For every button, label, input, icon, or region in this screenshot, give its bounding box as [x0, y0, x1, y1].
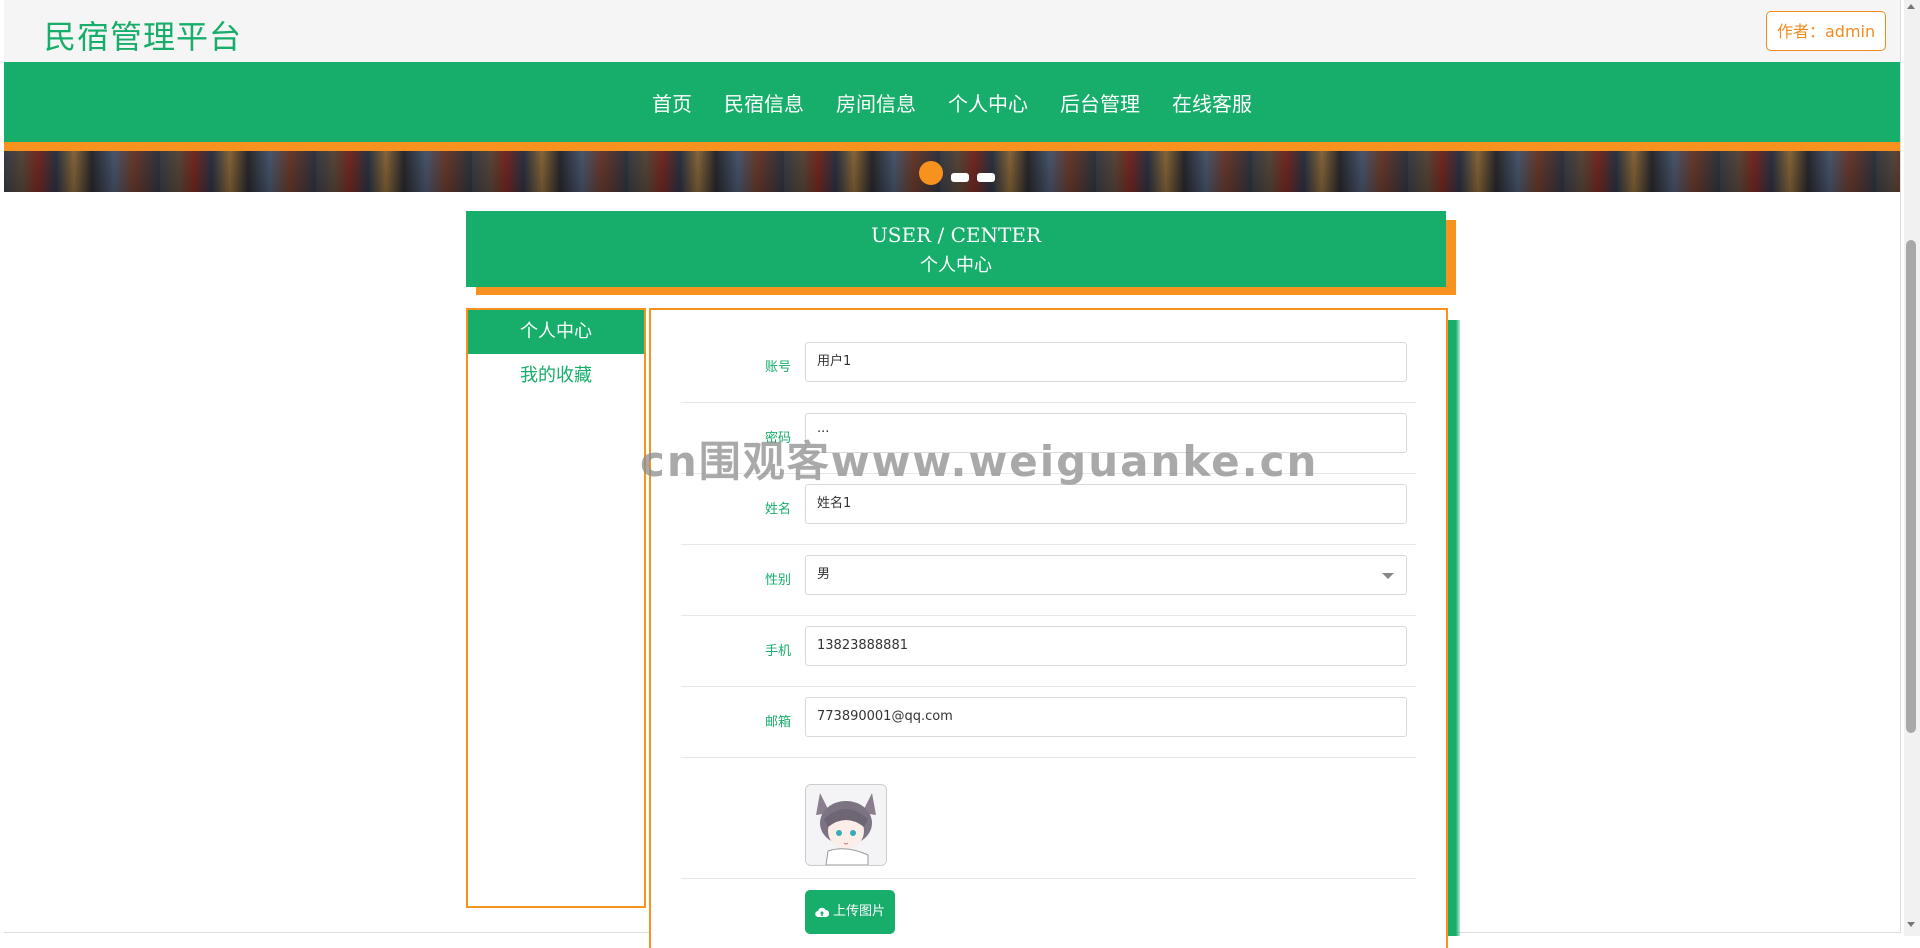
- user-sidebar: 个人中心 我的收藏: [466, 308, 646, 908]
- cloud-upload-icon: [815, 907, 829, 918]
- nav-item-room-info[interactable]: 房间信息: [820, 88, 932, 117]
- nav-item-admin[interactable]: 后台管理: [1044, 88, 1156, 117]
- scroll-down-icon[interactable]: [1907, 922, 1915, 927]
- nav-item-user-center[interactable]: 个人中心: [932, 88, 1044, 117]
- name-input[interactable]: 姓名1: [805, 484, 1407, 524]
- gender-value: 男: [817, 567, 831, 582]
- form-row-phone: 手机 13823888881: [681, 616, 1416, 687]
- chevron-down-icon: [1382, 573, 1394, 579]
- nav-item-online-service[interactable]: 在线客服: [1156, 88, 1268, 117]
- account-input[interactable]: 用户1: [805, 342, 1407, 382]
- watermark: cn围观客www.weiguanke.cn: [640, 437, 1319, 486]
- scroll-up-icon[interactable]: [1907, 4, 1915, 9]
- nav-item-homestay-info[interactable]: 民宿信息: [708, 88, 820, 117]
- nav-accent-line: [4, 142, 1900, 151]
- section-title-cn: 个人中心: [920, 255, 992, 276]
- profile-form-panel: 账号 用户1 密码 ··· 姓名 姓名1 性别 男 手机 13823888881…: [649, 308, 1448, 948]
- form-row-gender: 性别 男: [681, 545, 1416, 616]
- scrollbar-thumb[interactable]: [1906, 240, 1916, 733]
- phone-label: 手机: [764, 644, 791, 659]
- form-row-account: 账号 用户1: [681, 332, 1416, 403]
- carousel-indicators: [919, 161, 995, 185]
- form-row-avatar: [681, 768, 1416, 879]
- upload-image-button[interactable]: 上传图片: [805, 890, 896, 934]
- upload-button-label: 上传图片: [833, 904, 886, 919]
- email-input[interactable]: 773890001@qq.com: [805, 697, 1407, 737]
- email-label: 邮箱: [764, 715, 791, 730]
- phone-input[interactable]: 13823888881: [805, 626, 1407, 666]
- avatar-image: [806, 785, 886, 865]
- form-row-email: 邮箱 773890001@qq.com: [681, 687, 1416, 758]
- author-badge[interactable]: 作者：admin: [1766, 11, 1887, 51]
- section-title-en: USER / CENTER: [870, 223, 1042, 247]
- section-header: USER / CENTER 个人中心: [466, 211, 1446, 287]
- sidebar-item-user-center[interactable]: 个人中心: [468, 310, 644, 354]
- nav-item-home[interactable]: 首页: [636, 88, 708, 117]
- carousel-dot-1[interactable]: [919, 161, 943, 185]
- sidebar-item-favorites[interactable]: 我的收藏: [468, 354, 644, 398]
- browser-viewport: 民宿管理平台 作者：admin 首页 民宿信息 房间信息 个人中心 后台管理 在…: [4, 0, 1901, 948]
- carousel-dot-2[interactable]: [951, 172, 969, 182]
- gender-label: 性别: [764, 573, 791, 588]
- panel-shadow: [1446, 320, 1460, 936]
- gender-select[interactable]: 男: [805, 555, 1407, 595]
- site-title[interactable]: 民宿管理平台: [44, 12, 242, 58]
- account-label: 账号: [764, 360, 791, 375]
- main-nav: 首页 民宿信息 房间信息 个人中心 后台管理 在线客服: [4, 62, 1900, 142]
- name-label: 姓名: [764, 502, 791, 517]
- top-header: 民宿管理平台 作者：admin: [4, 0, 1900, 62]
- carousel-dot-3[interactable]: [977, 172, 995, 182]
- avatar: [805, 784, 887, 866]
